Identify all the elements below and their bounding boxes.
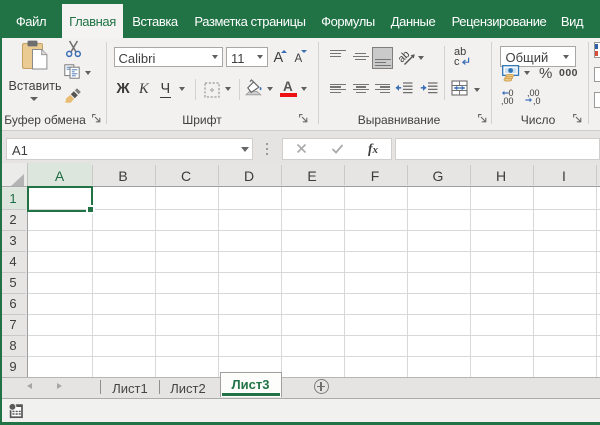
svg-text:ab: ab	[398, 48, 412, 65]
